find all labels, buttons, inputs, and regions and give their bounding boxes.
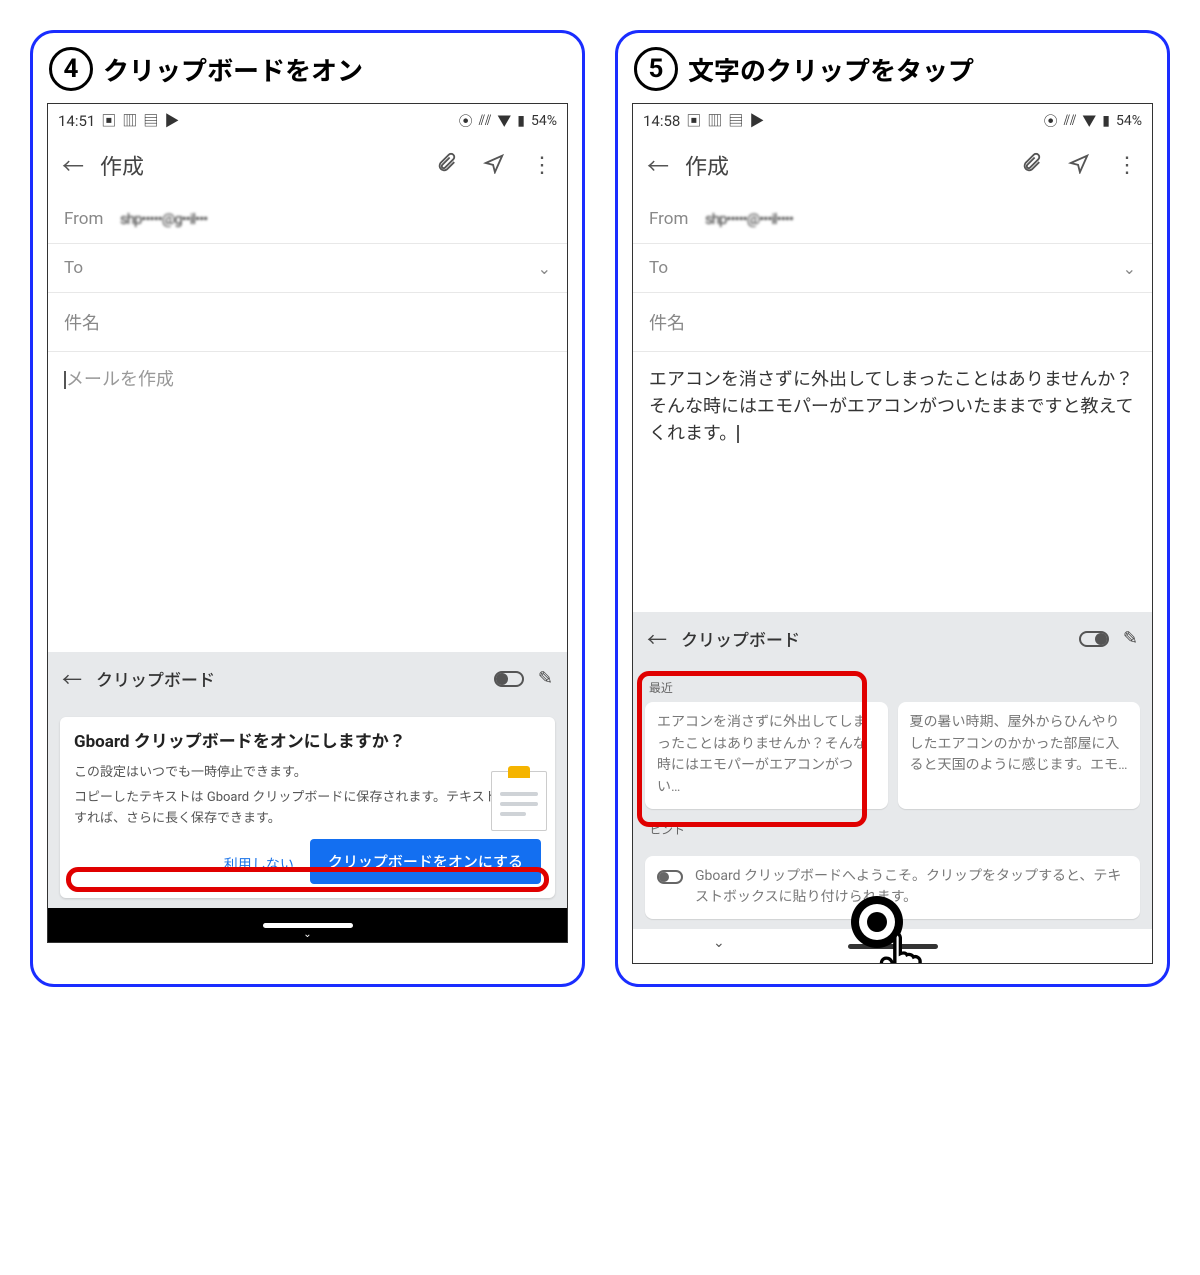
phone-screenshot: 14:58 ▣ ▥ ▤ ▶ ⦿ ⫽⫽ ▼ ▮ 54% ← 作成 [632, 103, 1153, 964]
more-icon[interactable]: ⋮ [1116, 153, 1138, 178]
body-field[interactable]: メールを作成 [48, 352, 567, 652]
gboard-toolbar: ← クリップボード ✎ [48, 652, 567, 705]
battery-pct: 54% [531, 113, 557, 129]
wifi-icon: ▼ [1082, 111, 1096, 131]
subject-field[interactable]: 件名 [48, 293, 567, 352]
compose-title: 作成 [685, 149, 994, 181]
recent-label: 最近 [645, 677, 1140, 702]
step-panel-4: 4 クリップボードをオン 14:51 ▣ ▥ ▤ ▶ ⦿ ⫽⫽ ▼ ▮ 54% [30, 30, 585, 987]
subject-placeholder: 件名 [64, 313, 100, 334]
more-icon[interactable]: ⋮ [531, 153, 553, 178]
android-navbar: ⌄ [633, 929, 1152, 963]
gboard-toolbar: ← クリップボード ✎ [633, 612, 1152, 665]
play-icon: ▶ [749, 110, 764, 131]
edit-icon[interactable]: ✎ [538, 668, 553, 689]
hint-text: Gboard クリップボードへようこそ。クリップをタップすると、テキストボックス… [695, 866, 1128, 909]
card-title: Gboard クリップボードをオンにしますか？ [74, 731, 541, 755]
android-navbar: ⌄ [48, 908, 567, 942]
card-subtitle: この設定はいつでも一時停止できます。 [74, 761, 541, 780]
chevron-down-icon[interactable]: ⌄ [538, 259, 551, 278]
chevron-down-icon[interactable]: ⌄ [1123, 259, 1136, 278]
body-text: エアコンを消さずに外出してしまったことはありませんか？そんな時にはエモパーがエア… [649, 369, 1134, 444]
to-label: To [649, 258, 705, 278]
card2-icon: ▤ [728, 110, 743, 131]
back-icon[interactable]: ← [62, 149, 84, 181]
gboard-title: クリップボード [96, 666, 480, 691]
gboard-back-icon[interactable]: ← [62, 664, 82, 693]
clipboard-clip-2[interactable]: 夏の暑い時期、屋外からひんやりしたエアコンのかかった部屋に入ると天国のように感じ… [898, 702, 1141, 809]
toggle-icon [657, 870, 683, 884]
from-value: shp•••••@g••il••• [120, 210, 551, 228]
from-label: From [64, 209, 120, 229]
image-icon: ▣ [101, 110, 116, 131]
home-pill[interactable] [263, 923, 353, 928]
edit-icon[interactable]: ✎ [1123, 628, 1138, 649]
card-icon: ▥ [707, 110, 722, 131]
status-bar: 14:58 ▣ ▥ ▤ ▶ ⦿ ⫽⫽ ▼ ▮ 54% [633, 104, 1152, 135]
step-number-badge: 5 [634, 47, 678, 91]
battery-icon: ▮ [517, 113, 525, 129]
enable-clipboard-button[interactable]: クリップボードをオンにする [310, 839, 541, 884]
to-row[interactable]: To ⌄ [48, 244, 567, 293]
card2-icon: ▤ [143, 110, 158, 131]
vibrate-icon: ⫽⫽ [1064, 113, 1077, 129]
clipboard-illustration-icon [491, 763, 547, 831]
step-title: 文字のクリップをタップ [688, 51, 974, 88]
step-panel-5: 5 文字のクリップをタップ 14:58 ▣ ▥ ▤ ▶ ⦿ ⫽⫽ ▼ ▮ 54% [615, 30, 1170, 987]
clipboard-toggle-off-icon[interactable] [494, 671, 524, 687]
from-row[interactable]: From shp•••••@g••il••• [48, 195, 567, 244]
cast-icon: ⦿ [459, 111, 473, 131]
body-field[interactable]: エアコンを消さずに外出してしまったことはありませんか？そんな時にはエモパーがエア… [633, 352, 1152, 612]
to-row[interactable]: To ⌄ [633, 244, 1152, 293]
image-icon: ▣ [686, 110, 701, 131]
hint-label: ヒント [645, 819, 1140, 844]
gboard-title: クリップボード [681, 626, 1065, 651]
body-placeholder: メールを作成 [66, 369, 174, 390]
nav-up-icon: ⌄ [303, 929, 311, 940]
dismiss-link[interactable]: 利用しない [218, 844, 300, 884]
send-icon[interactable] [483, 152, 505, 179]
step-number-badge: 4 [49, 47, 93, 91]
battery-pct: 54% [1116, 113, 1142, 129]
battery-icon: ▮ [1102, 113, 1110, 129]
wifi-icon: ▼ [497, 111, 511, 131]
to-label: To [64, 258, 120, 278]
card-icon: ▥ [122, 110, 137, 131]
clipboard-toggle-on-icon[interactable] [1079, 631, 1109, 647]
send-icon[interactable] [1068, 152, 1090, 179]
vibrate-icon: ⫽⫽ [479, 113, 492, 129]
gboard-back-icon[interactable]: ← [647, 624, 667, 653]
phone-screenshot: 14:51 ▣ ▥ ▤ ▶ ⦿ ⫽⫽ ▼ ▮ 54% ← 作成 [47, 103, 568, 943]
from-row[interactable]: From shp•••••@•••il•••• [633, 195, 1152, 244]
card-description: コピーしたテキストは Gboard クリップボードに保存されます。テキストを固定… [74, 788, 541, 830]
subject-field[interactable]: 件名 [633, 293, 1152, 352]
play-icon: ▶ [164, 110, 179, 131]
nav-up-icon: ⌄ [713, 935, 725, 951]
back-icon[interactable]: ← [647, 149, 669, 181]
status-bar: 14:51 ▣ ▥ ▤ ▶ ⦿ ⫽⫽ ▼ ▮ 54% [48, 104, 567, 135]
hint-card[interactable]: Gboard クリップボードへようこそ。クリップをタップすると、テキストボックス… [645, 856, 1140, 919]
home-pill[interactable] [848, 944, 938, 949]
subject-placeholder: 件名 [649, 313, 685, 334]
attach-icon[interactable] [435, 152, 457, 179]
gboard-panel: 最近 エアコンを消さずに外出してしまったことはありませんか？そんな時にはエモパー… [633, 665, 1152, 929]
step-title: クリップボードをオン [103, 51, 363, 88]
compose-title: 作成 [100, 149, 409, 181]
attach-icon[interactable] [1020, 152, 1042, 179]
compose-toolbar: ← 作成 ⋮ [48, 135, 567, 195]
gboard-panel: Gboard クリップボードをオンにしますか？ この設定はいつでも一時停止できま… [48, 705, 567, 908]
status-time: 14:58 [643, 112, 680, 130]
cast-icon: ⦿ [1044, 111, 1058, 131]
clipboard-clip-1[interactable]: エアコンを消さずに外出してしまったことはありませんか？そんな時にはエモパーがエア… [645, 702, 888, 809]
from-value: shp•••••@•••il•••• [705, 210, 1136, 228]
clipboard-enable-card: Gboard クリップボードをオンにしますか？ この設定はいつでも一時停止できま… [60, 717, 555, 898]
status-time: 14:51 [58, 112, 95, 130]
from-label: From [649, 209, 705, 229]
compose-toolbar: ← 作成 ⋮ [633, 135, 1152, 195]
